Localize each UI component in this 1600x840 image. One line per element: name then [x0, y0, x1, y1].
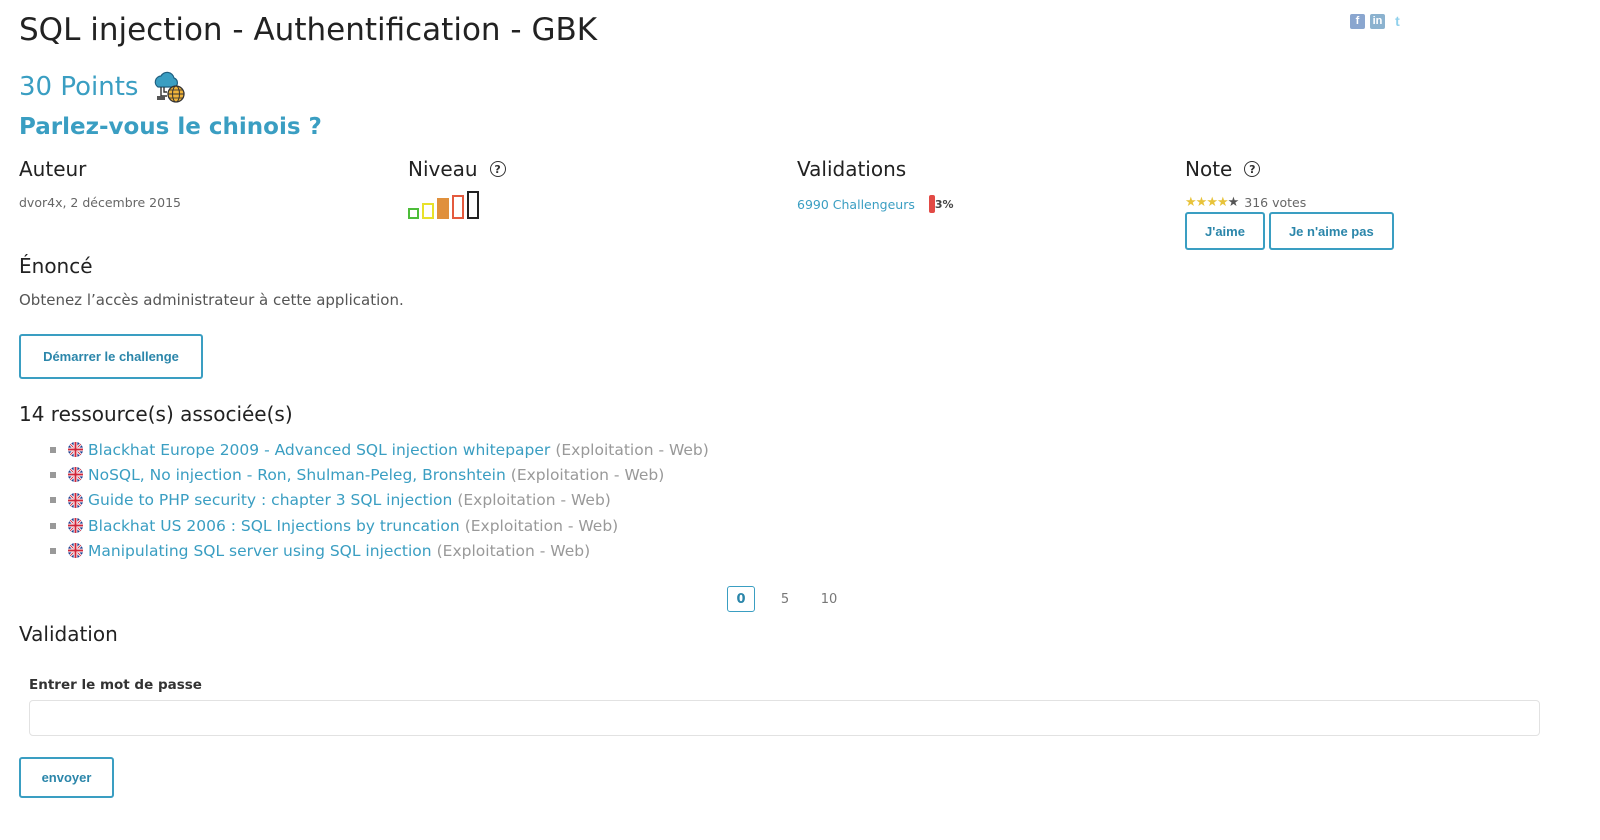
note-column: Note ? ★★★★★ 316 votes J'aime Je n'aime …: [1185, 157, 1394, 250]
uk-flag-icon: [68, 467, 83, 483]
star-icon: ★: [1216, 195, 1229, 210]
linkedin-icon[interactable]: in: [1370, 14, 1385, 29]
points-row: 30 Points: [19, 70, 186, 104]
resource-category: (Exploitation - Web): [457, 491, 611, 510]
list-item: Manipulating SQL server using SQL inject…: [50, 538, 709, 563]
author-column: Auteur dvor4x, 2 décembre 2015: [19, 157, 181, 210]
bullet-icon: [50, 547, 56, 554]
star-icon: ★: [1195, 195, 1208, 210]
uk-flag-icon: [68, 543, 83, 559]
twitter-icon[interactable]: t: [1390, 14, 1405, 29]
start-challenge-button[interactable]: Démarrer le challenge: [19, 334, 203, 379]
page-title: SQL injection - Authentification - GBK: [19, 12, 598, 48]
author-heading: Auteur: [19, 157, 181, 181]
statement-text: Obtenez l’accès administrateur à cette a…: [19, 291, 404, 309]
resource-link[interactable]: NoSQL, No injection - Ron, Shulman-Peleg…: [88, 466, 506, 484]
level-heading: Niveau ?: [408, 157, 506, 181]
vote-buttons: J'aime Je n'aime pas: [1185, 212, 1394, 250]
uk-flag-icon: [68, 518, 83, 534]
list-item: Blackhat US 2006 : SQL Injections by tru…: [50, 513, 709, 538]
challenge-page: SQL injection - Authentification - GBK f…: [0, 0, 1600, 840]
resource-category: (Exploitation - Web): [464, 516, 619, 535]
level-2-icon: [422, 203, 434, 219]
like-button[interactable]: J'aime: [1185, 212, 1265, 250]
level-heading-label: Niveau: [408, 157, 478, 181]
resource-link[interactable]: Blackhat Europe 2009 - Advanced SQL inje…: [88, 441, 550, 459]
statement-heading: Énoncé: [19, 254, 93, 278]
resource-link[interactable]: Blackhat US 2006 : SQL Injections by tru…: [88, 517, 460, 535]
resource-category: (Exploitation - Web): [555, 440, 709, 459]
star-icon: ★: [1206, 195, 1218, 210]
validations-heading: Validations: [797, 157, 954, 181]
author-info: dvor4x, 2 décembre 2015: [19, 195, 181, 210]
rating-line: ★★★★★ 316 votes: [1185, 195, 1394, 210]
resources-heading: 14 ressource(s) associée(s): [19, 402, 293, 426]
resources-list: Blackhat Europe 2009 - Advanced SQL inje…: [50, 437, 709, 563]
dislike-button[interactable]: Je n'aime pas: [1268, 212, 1394, 250]
validations-column: Validations 6990 Challengeurs 3%: [797, 157, 954, 213]
bullet-icon: [50, 522, 56, 529]
share-buttons: f in t: [1350, 14, 1405, 29]
votes-count: 316 votes: [1244, 195, 1307, 210]
challenge-points: 30 Points: [19, 72, 139, 102]
level-column: Niveau ?: [408, 157, 506, 219]
note-heading-label: Note: [1185, 157, 1233, 181]
page-link-0[interactable]: 0: [727, 586, 755, 612]
resource-link[interactable]: Guide to PHP security : chapter 3 SQL in…: [88, 491, 452, 509]
note-heading: Note ?: [1185, 157, 1394, 181]
password-input[interactable]: [29, 700, 1540, 736]
author-heading-label: Auteur: [19, 157, 87, 181]
star-icon: ★: [1185, 195, 1197, 210]
help-icon[interactable]: ?: [489, 161, 506, 177]
validation-percent: 3%: [928, 195, 954, 213]
pagination: 0 5 10: [727, 586, 843, 612]
validations-heading-label: Validations: [797, 157, 907, 181]
star-rating: ★★★★★: [1185, 195, 1240, 210]
level-4-icon: [452, 195, 464, 219]
page-link-5[interactable]: 5: [771, 586, 799, 612]
bullet-icon: [50, 446, 56, 453]
uk-flag-icon: [68, 442, 83, 458]
star-empty-icon: ★: [1227, 195, 1240, 210]
resource-category: (Exploitation - Web): [510, 465, 665, 484]
uk-flag-icon: [68, 492, 83, 508]
password-label: Entrer le mot de passe: [29, 677, 202, 693]
level-3-icon: [437, 198, 449, 219]
difficulty-indicator: [408, 191, 506, 219]
list-item: NoSQL, No injection - Ron, Shulman-Peleg…: [50, 462, 709, 487]
resource-category: (Exploitation - Web): [436, 541, 591, 560]
help-icon[interactable]: ?: [1244, 161, 1261, 177]
level-5-icon: [467, 191, 479, 219]
list-item: Guide to PHP security : chapter 3 SQL in…: [50, 488, 709, 513]
validation-heading: Validation: [19, 622, 118, 646]
bullet-icon: [50, 497, 56, 504]
page-link-10[interactable]: 10: [815, 586, 843, 612]
level-1-icon: [408, 208, 419, 219]
challengers-link[interactable]: 6990 Challengeurs: [797, 197, 915, 212]
validations-info: 6990 Challengeurs 3%: [797, 195, 954, 213]
list-item: Blackhat Europe 2009 - Advanced SQL inje…: [50, 437, 709, 462]
percent-value: 3%: [934, 197, 954, 211]
challenge-subtitle: Parlez-vous le chinois ?: [19, 114, 322, 140]
submit-button[interactable]: envoyer: [19, 757, 114, 798]
facebook-icon[interactable]: f: [1350, 14, 1365, 29]
web-category-icon: [155, 71, 186, 103]
resource-link[interactable]: Manipulating SQL server using SQL inject…: [88, 542, 432, 560]
bullet-icon: [50, 471, 56, 478]
